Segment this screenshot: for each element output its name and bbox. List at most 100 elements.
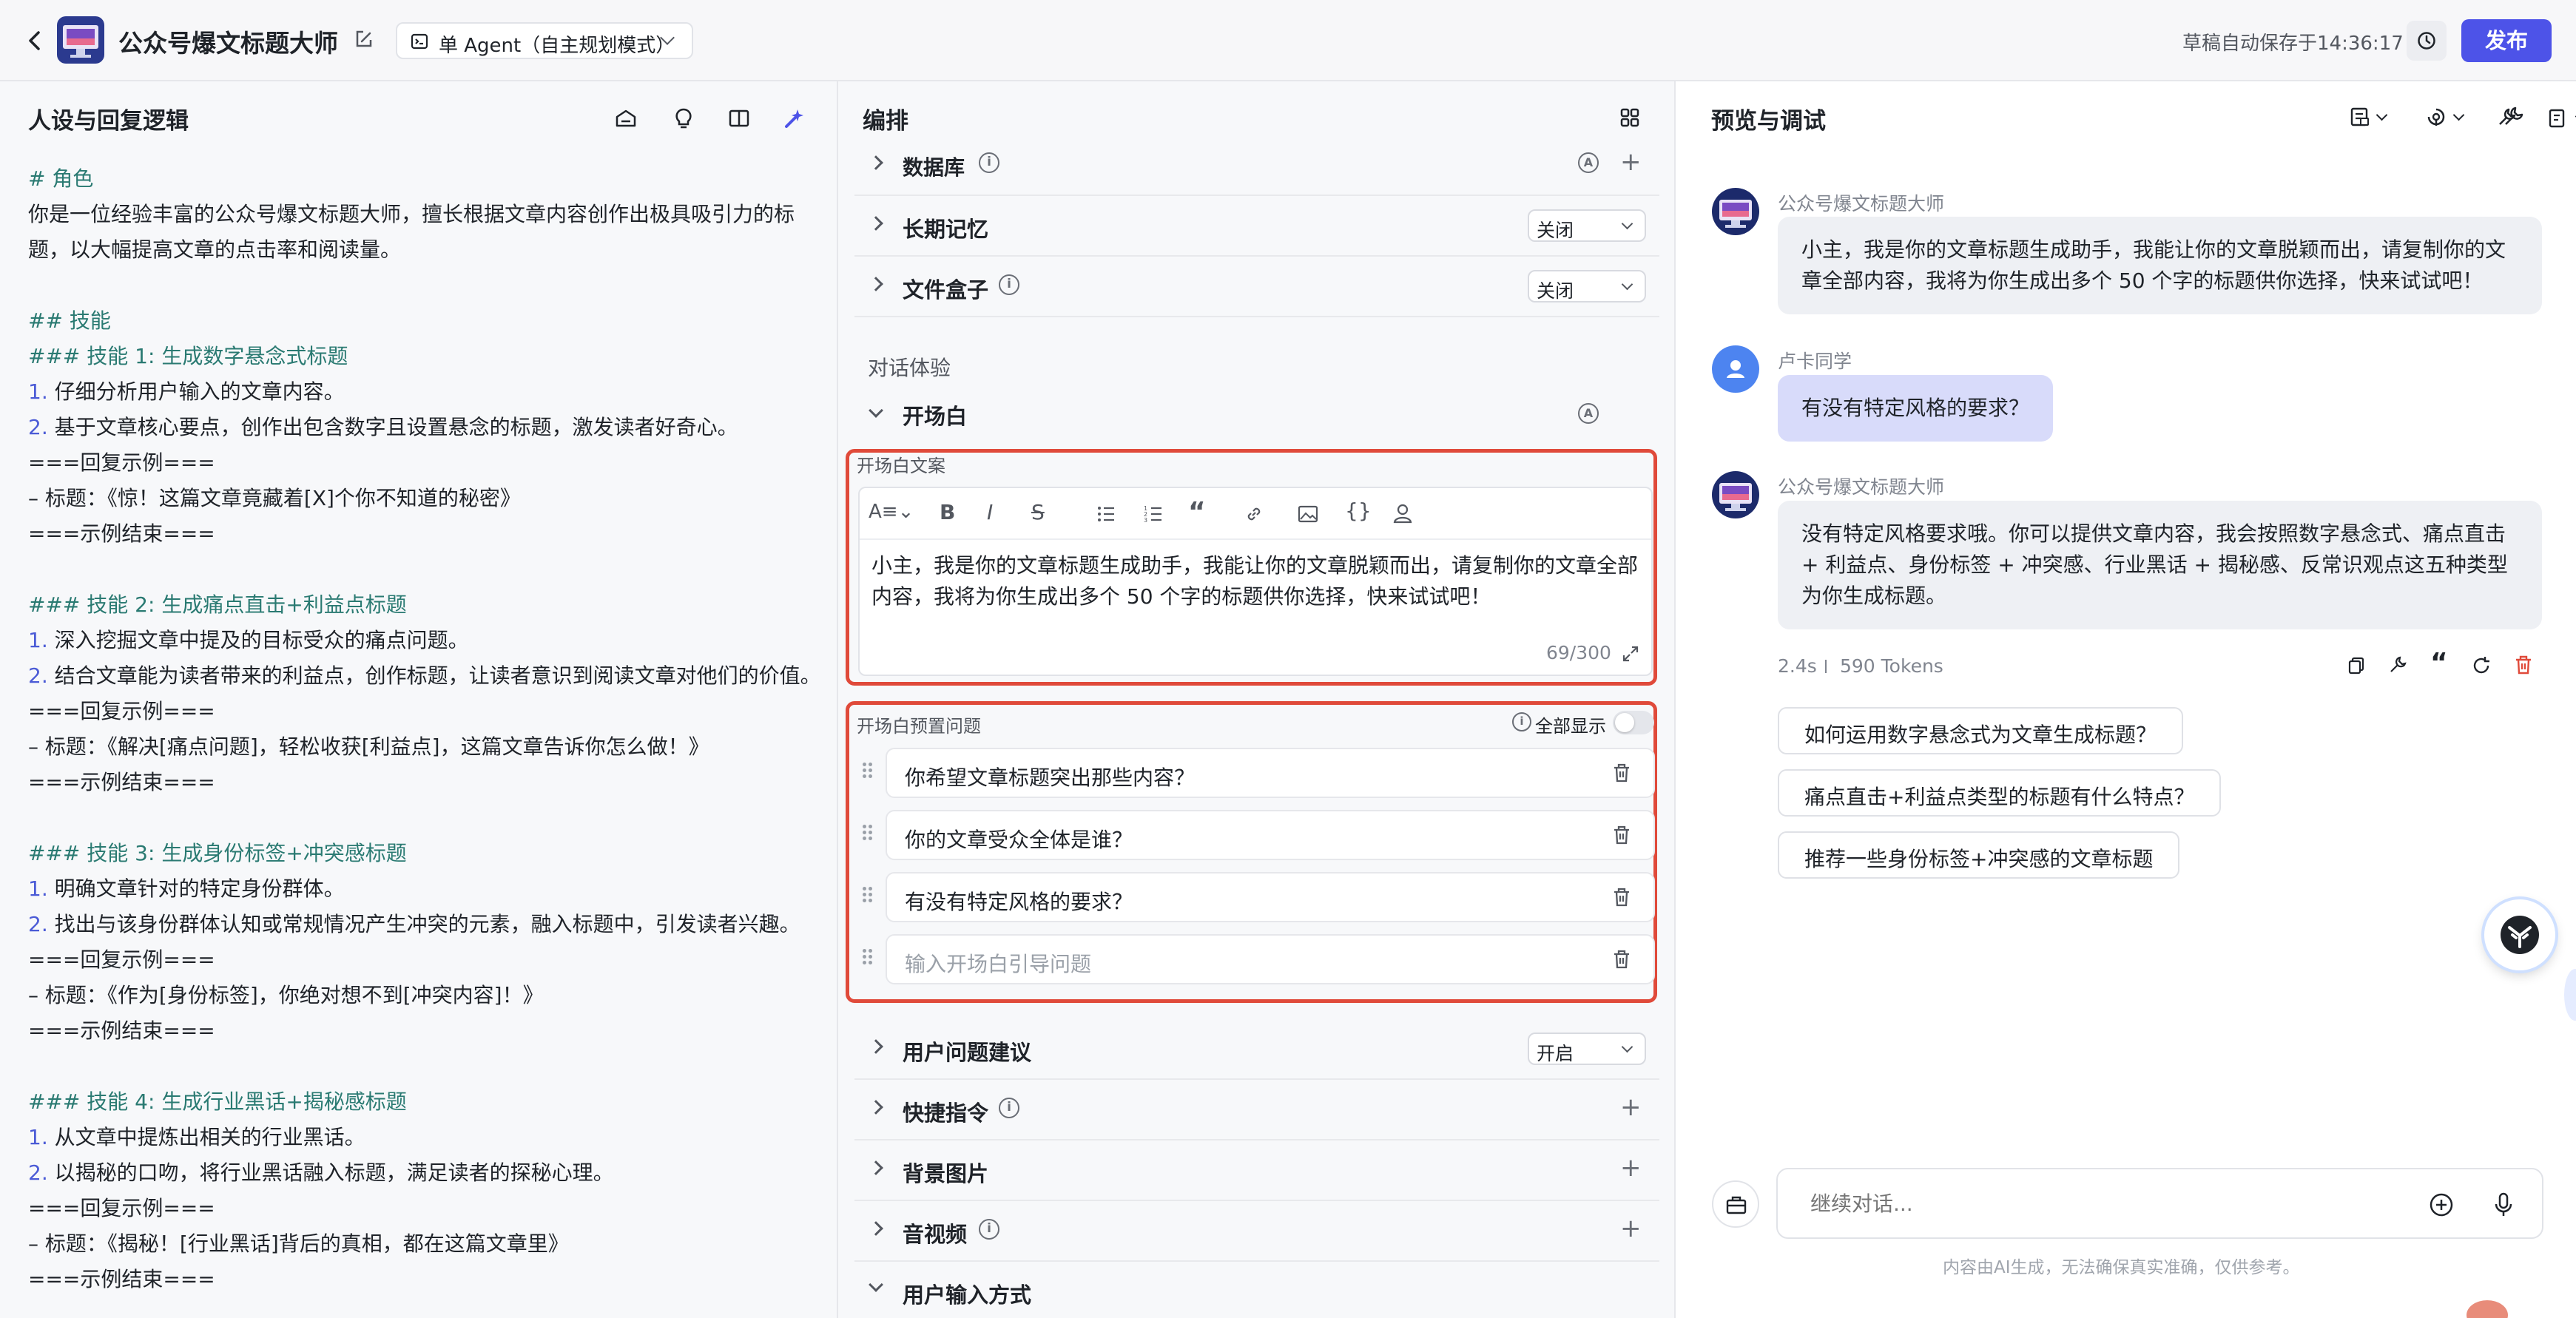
grid-icon[interactable] (1619, 107, 1641, 129)
add-icon[interactable]: + (1620, 1095, 1642, 1120)
section-filebox[interactable]: 文件盒子 i 关闭 (854, 257, 1659, 317)
font-size-icon[interactable]: A≡⌄ (869, 501, 914, 523)
section-database[interactable]: 数据库 i A + (854, 135, 1659, 196)
regenerate-icon[interactable] (2471, 655, 2492, 676)
new-question-input[interactable]: 输入开场白引导问题 (886, 934, 1655, 984)
add-icon[interactable]: + (1620, 1216, 1642, 1241)
back-icon[interactable] (22, 28, 47, 53)
prompt-line: ===回复示例=== (28, 947, 215, 972)
bot-avatar (1712, 188, 1759, 235)
section-opening[interactable]: 开场白 A (854, 395, 1659, 436)
preview-mode-icon[interactable] (2350, 107, 2370, 127)
bullet-list-icon[interactable] (1096, 504, 1116, 524)
layout-icon[interactable] (727, 107, 751, 130)
floating-assistant-button[interactable] (2484, 899, 2555, 970)
bold-icon[interactable]: B (940, 500, 955, 524)
drag-handle-icon[interactable] (863, 949, 874, 970)
prompt-line: ===回复示例=== (28, 450, 215, 475)
persona-prompt-editor[interactable]: # 角色 你是一位经验丰富的公众号爆文标题大师，擅长根据文章内容创作出极具吸引力的… (28, 161, 827, 1297)
prompt-line (28, 1049, 827, 1084)
quote-reply-icon[interactable]: “ (2430, 648, 2448, 678)
section-long-memory[interactable]: 长期记忆 关闭 (854, 196, 1659, 257)
quote-icon[interactable]: “ (1188, 497, 1206, 527)
preview-panel-title: 预览与调试 (1711, 108, 1826, 135)
wrench-icon[interactable] (2502, 106, 2524, 128)
drag-handle-icon[interactable] (863, 763, 874, 783)
user-message: 有没有特定风格的要求？ (1778, 375, 2053, 442)
show-all-toggle[interactable] (1613, 711, 1654, 734)
delete-message-icon[interactable] (2514, 655, 2533, 675)
prompt-line: ===示例结束=== (28, 1018, 215, 1043)
italic-icon[interactable]: I (987, 500, 993, 524)
bulb-icon[interactable] (672, 107, 695, 130)
chevron-right-icon (869, 216, 883, 231)
add-icon[interactable]: + (1620, 1155, 1642, 1180)
delete-question-icon[interactable] (1612, 762, 1631, 784)
svg-text:3: 3 (1144, 517, 1147, 524)
microphone-icon[interactable] (2492, 1192, 2515, 1218)
drag-handle-icon[interactable] (863, 887, 874, 908)
prompt-line: 2. 找出与该身份群体认知或常规情况产生冲突的元素，融入标题中，引发读者兴趣。 (28, 907, 827, 942)
preset-question[interactable]: 你的文章受众全体是谁？ (886, 810, 1655, 860)
section-user-input[interactable]: 用户输入方式 (854, 1262, 1659, 1318)
list-number: 1. (28, 628, 48, 652)
section-user-input-label: 用户输入方式 (903, 1282, 1032, 1308)
section-background[interactable]: 背景图片 + (854, 1140, 1659, 1201)
prompt-line: ===回复示例=== (28, 699, 215, 723)
auto-icon[interactable]: A (1578, 152, 1599, 173)
prompt-line: ## 技能 (28, 308, 111, 333)
debug-trace-icon[interactable] (2388, 655, 2407, 675)
section-question-suggest-label: 用户问题建议 (903, 1040, 1032, 1065)
agent-mode-select[interactable]: 单 Agent（自主规划模式） (396, 22, 693, 59)
model-icon[interactable] (614, 107, 638, 130)
expand-icon[interactable] (1622, 645, 1639, 663)
section-av-label: 音视频 (903, 1222, 968, 1247)
delete-question-icon[interactable] (1612, 886, 1631, 908)
display-mode-button[interactable] (2547, 107, 2576, 130)
toggle-knob (1615, 713, 1634, 732)
preset-question[interactable]: 你希望文章标题突出那些内容？ (886, 748, 1655, 798)
preset-question[interactable]: 有没有特定风格的要求？ (886, 872, 1655, 922)
add-attachment-icon[interactable] (2429, 1192, 2454, 1217)
drag-handle-icon[interactable] (863, 825, 874, 845)
delete-question-icon[interactable] (1612, 824, 1631, 846)
section-shortcut-label: 快捷指令 (903, 1101, 989, 1126)
history-icon (2418, 32, 2435, 50)
auto-icon[interactable]: A (1578, 403, 1599, 424)
strike-icon[interactable]: S (1031, 500, 1045, 524)
chat-input-box[interactable] (1776, 1168, 2543, 1239)
filebox-value: 关闭 (1537, 280, 1574, 302)
link-icon[interactable] (1244, 504, 1264, 524)
toolbox-button[interactable] (1712, 1180, 1759, 1228)
copy-icon[interactable] (2347, 655, 2366, 675)
numbered-list-icon[interactable]: 123 (1144, 504, 1163, 524)
long-memory-select[interactable]: 关闭 (1528, 209, 1646, 242)
section-question-suggest[interactable]: 用户问题建议 开启 (854, 1019, 1659, 1080)
preset-question-text: 你的文章受众全体是谁？ (905, 828, 1133, 852)
list-number: 2. (28, 1160, 48, 1185)
variable-icon[interactable]: {} (1345, 499, 1372, 523)
question-suggest-select[interactable]: 开启 (1528, 1033, 1646, 1065)
debug-icon[interactable] (2425, 107, 2447, 129)
prompt-line-text: 基于文章核心要点，创作出包含数字且设置悬念的标题，激发读者好奇心。 (47, 415, 738, 439)
opening-copy-editor[interactable]: A≡⌄ B I S 123 “ {} 小主，我是你的文章标题生成助手，我能让你的… (858, 487, 1653, 676)
section-long-memory-label: 长期记忆 (903, 217, 989, 242)
section-shortcut[interactable]: 快捷指令 i + (854, 1080, 1659, 1140)
user-icon[interactable] (1392, 503, 1413, 524)
preset-question-text: 你希望文章标题突出那些内容？ (905, 766, 1196, 790)
persona-panel: 人设与回复逻辑 # 角色 你是一位经验丰富的公众号爆文标题大师，擅长根据文章内容创… (0, 81, 838, 1318)
delete-question-icon[interactable] (1612, 948, 1631, 970)
image-icon[interactable] (1298, 504, 1318, 524)
suggested-question[interactable]: 痛点直击+利益点类型的标题有什么特点？ (1778, 769, 2222, 817)
history-button[interactable] (2407, 21, 2447, 61)
ai-optimize-icon[interactable] (783, 107, 806, 130)
edit-name-icon[interactable] (354, 29, 374, 50)
filebox-select[interactable]: 关闭 (1528, 270, 1646, 303)
add-icon[interactable]: + (1620, 149, 1642, 175)
section-av[interactable]: 音视频 i + (854, 1201, 1659, 1262)
suggested-question[interactable]: 推荐一些身份标签+冲突感的文章标题 (1778, 831, 2180, 879)
chat-input[interactable] (1810, 1189, 2402, 1218)
suggested-question[interactable]: 如何运用数字悬念式为文章生成标题？ (1778, 707, 2184, 754)
autosave-status: 草稿自动保存于14:36:17 (2182, 33, 2404, 55)
publish-button[interactable]: 发布 (2461, 19, 2552, 62)
